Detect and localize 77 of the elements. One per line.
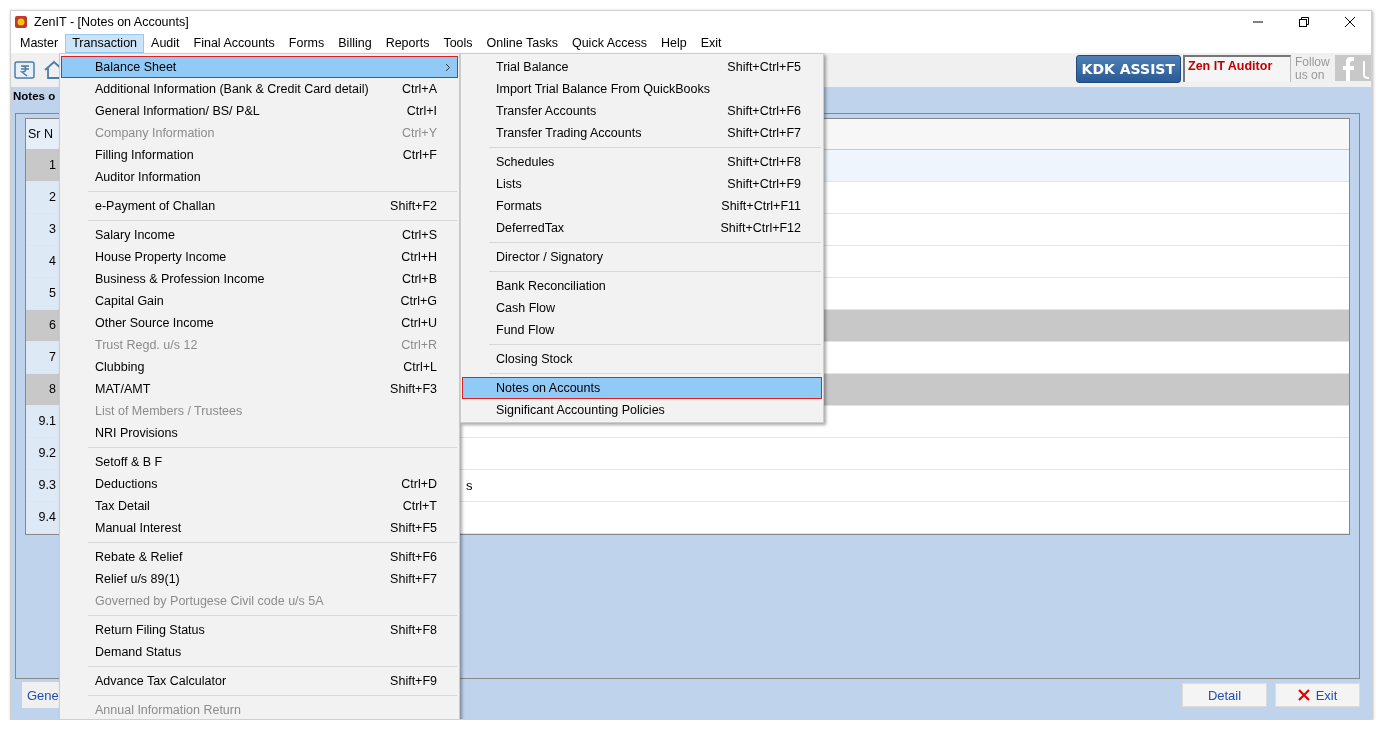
close-icon[interactable] [1344,16,1356,28]
menu-bar-item[interactable]: Transaction [65,33,145,53]
menu-item[interactable]: Notes on Accounts [462,377,822,399]
menu-item[interactable]: Capital Gain Ctrl+G [61,290,458,312]
exit-button[interactable]: Exit [1275,683,1360,707]
row-number-cell: 7 [26,342,61,373]
menu-item[interactable]: Advance Tax Calculator Shift+F9 [61,670,458,692]
row-number-cell: 8 [26,374,61,405]
menu-item[interactable]: House Property Income Ctrl+H [61,246,458,268]
app-logo-icon [14,15,28,29]
menu-item[interactable]: Director / Signatory [462,246,822,268]
kdk-assist-button[interactable]: KDK ASSIST [1075,55,1181,83]
follow-text: Follow us on [1294,56,1331,82]
menu-bar-item[interactable]: Help [653,33,694,53]
menu-item[interactable]: e-Payment of Challan Shift+F2 [61,195,458,217]
menu-item[interactable]: NRI Provisions [61,422,458,444]
menu-item[interactable]: Trial Balance Shift+Ctrl+F5 [462,56,822,78]
row-number-cell: 4 [26,246,61,277]
menu-bar-item[interactable]: Reports [378,33,437,53]
close-icon [1297,689,1310,701]
menu-item[interactable]: MAT/AMT Shift+F3 [61,378,458,400]
menu-item[interactable]: Setoff & B F [61,451,458,473]
product-label: Zen IT Auditor [1183,55,1291,82]
menu-item[interactable]: Import Trial Balance From QuickBooks [462,78,822,100]
row-number-cell: 6 [26,310,61,341]
menu-item[interactable]: Other Source Income Ctrl+U [61,312,458,334]
row-number-cell: 9.1 [26,406,61,437]
menu-item[interactable]: Demand Status [61,641,458,663]
menu-item[interactable]: DeferredTax Shift+Ctrl+F12 [462,217,822,239]
menu-bar-item[interactable]: Online Tasks [479,33,565,53]
menu-item[interactable]: Transfer Accounts Shift+Ctrl+F6 [462,100,822,122]
menu-item[interactable]: Tax Detail Ctrl+T [61,495,458,517]
menu-item[interactable]: Lists Shift+Ctrl+F9 [462,173,822,195]
column-header[interactable]: Sr N [26,119,61,149]
cell-text: s [466,478,473,493]
menu-item[interactable]: Closing Stock [462,348,822,370]
menu-bar-item[interactable]: Final Accounts [186,33,282,53]
rupee-book-icon[interactable] [13,59,37,81]
detail-button[interactable]: Detail [1182,683,1267,707]
tab[interactable]: Gene [22,682,62,708]
row-number-cell: 1 [26,150,61,181]
menu-item[interactable]: Manual Interest Shift+F5 [61,517,458,539]
menu-item[interactable]: Deductions Ctrl+D [61,473,458,495]
row-number-cell: 9.3 [26,470,61,501]
menu-item[interactable]: Schedules Shift+Ctrl+F8 [462,151,822,173]
menu-bar-item[interactable]: Audit [144,33,187,53]
row-number-cell: 9.2 [26,438,61,469]
menu-item[interactable]: Transfer Trading Accounts Shift+Ctrl+F7 [462,122,822,144]
menu-item[interactable]: Clubbing Ctrl+L [61,356,458,378]
row-number-cell: 2 [26,182,61,213]
row-number-cell: 9.4 [26,502,61,533]
menu-item[interactable]: Relief u/s 89(1) Shift+F7 [61,568,458,590]
menu-item[interactable]: Salary Income Ctrl+S [61,224,458,246]
menu-item[interactable]: Formats Shift+Ctrl+F11 [462,195,822,217]
menu-item[interactable]: General Information/ BS/ P&L Ctrl+I [61,100,458,122]
row-number-cell: 5 [26,278,61,309]
menu-bar-item[interactable]: Master [13,33,66,53]
menu-item[interactable]: Bank Reconciliation [462,275,822,297]
menu-item[interactable]: Auditor Information [61,166,458,188]
page-heading: Notes o [12,89,56,104]
menu-bar-item[interactable]: Tools [436,33,480,53]
menu-item[interactable]: Balance Sheet [61,56,458,78]
window-title: ZenIT - [Notes on Accounts] [34,15,189,29]
menu-bar-item[interactable]: Forms [281,33,332,53]
menu-item[interactable]: Additional Information (Bank & Credit Card detail) Ctrl+A [61,78,458,100]
restore-icon[interactable] [1298,16,1310,28]
menu-item[interactable]: Cash Flow [462,297,822,319]
menu-item[interactable]: Business & Profession Income Ctrl+B [61,268,458,290]
menu-item[interactable]: Significant Accounting Policies [462,399,822,421]
menu-bar-item[interactable]: Quick Access [564,33,654,53]
menu-bar-item[interactable]: Billing [331,33,379,53]
menu-bar-item[interactable]: Exit [693,33,729,53]
menu-item[interactable]: Rebate & Relief Shift+F6 [61,546,458,568]
row-number-cell: 3 [26,214,61,245]
menu-item[interactable]: Fund Flow [462,319,822,341]
menu-item[interactable]: Return Filing Status Shift+F8 [61,619,458,641]
menu-item[interactable]: Filling Information Ctrl+F [61,144,458,166]
